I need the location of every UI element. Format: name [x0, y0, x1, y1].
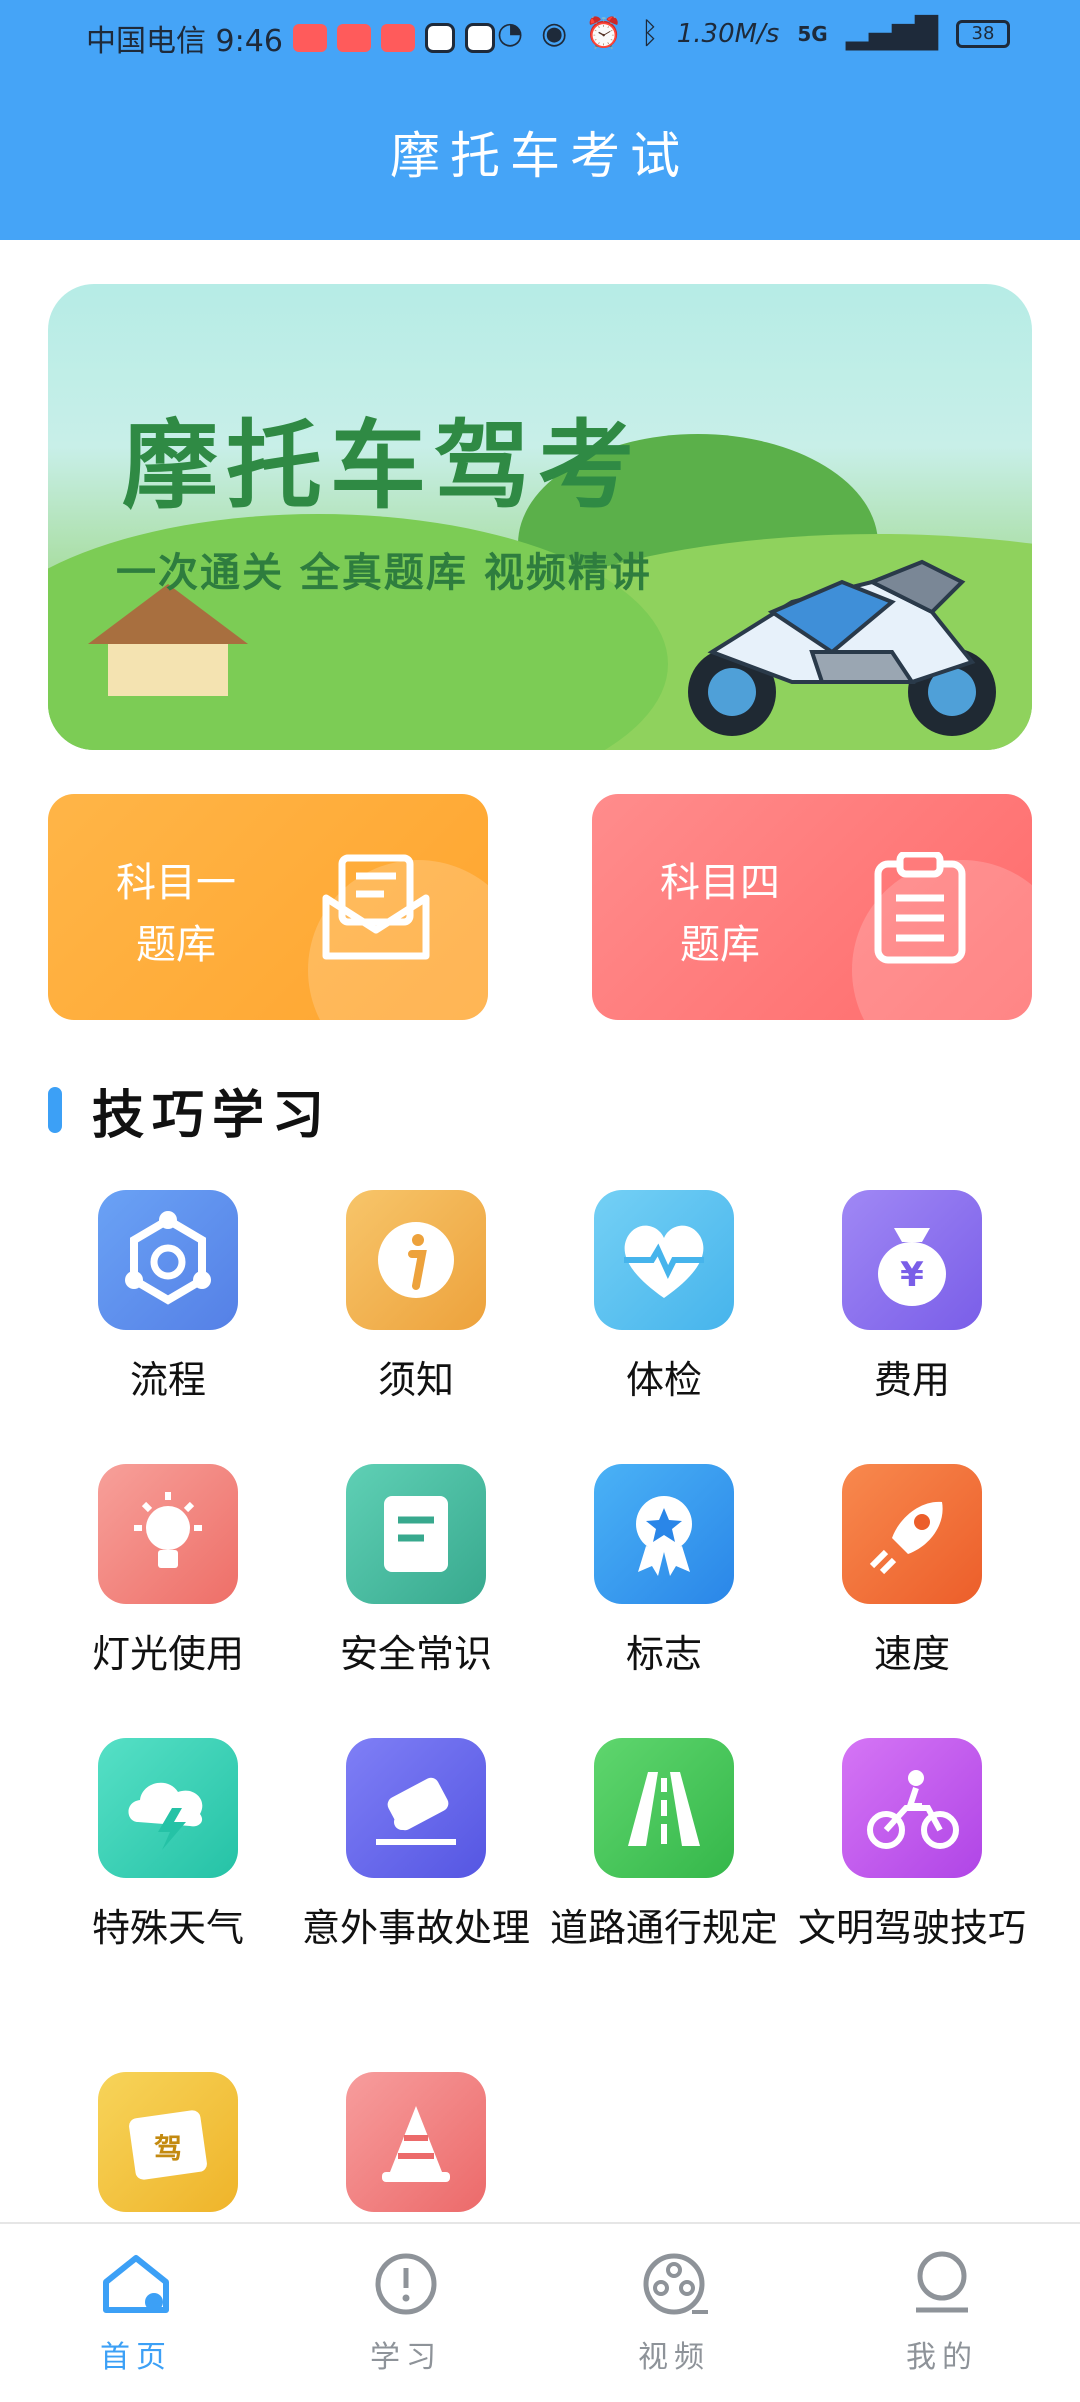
skill-label: 特殊天气 [91, 1906, 244, 1950]
skill-item-safety[interactable]: 安全常识 [292, 1464, 540, 1682]
skill-item-process[interactable]: 流程 [44, 1190, 292, 1408]
skill-item-physical[interactable]: 体检 [540, 1190, 788, 1408]
money-bag-icon: ¥ [842, 1190, 982, 1330]
skill-item-speed[interactable]: 速度 [788, 1464, 1036, 1682]
tab-mine[interactable]: 我的 [862, 2248, 1022, 2376]
banner-title: 摩托车驾考 [122, 410, 642, 522]
skill-label: 安全常识 [339, 1632, 492, 1676]
bottom-tab-bar: 首页 学习 视频 我的 [0, 2222, 1080, 2402]
badge-icon [594, 1464, 734, 1604]
skill-label: 灯光使用 [91, 1632, 244, 1676]
skill-label: 体检 [625, 1358, 702, 1402]
tab-label: 学习 [370, 2340, 442, 2375]
eye-icon: ◉ [541, 16, 568, 51]
bulb-icon [98, 1464, 238, 1604]
skill-label: 费用 [873, 1358, 950, 1402]
motorcycle-illustration [688, 559, 996, 736]
road-icon [594, 1738, 734, 1878]
alert-circle-icon [375, 2253, 437, 2315]
carrier-time: 中国电信 9:46 [86, 24, 283, 59]
svg-text:¥: ¥ [900, 1255, 924, 1295]
film-reel-icon [643, 2253, 708, 2315]
home-icon [103, 2255, 169, 2313]
skill-label: 标志 [625, 1632, 702, 1676]
skill-item-cone[interactable] [292, 2072, 540, 2212]
skill-label: 道路通行规定 [549, 1906, 778, 1950]
skill-item-road-rules[interactable]: 道路通行规定 [540, 1738, 788, 1956]
alarm-icon: ⏰ [585, 16, 623, 51]
skill-label: 文明驾驶技巧 [797, 1906, 1026, 1950]
storm-icon [98, 1738, 238, 1878]
note-icon [346, 1464, 486, 1604]
skill-item-weather[interactable]: 特殊天气 [44, 1738, 292, 1956]
heart-pulse-icon [594, 1190, 734, 1330]
accident-icon [346, 1738, 486, 1878]
envelope-doc-icon [322, 854, 430, 960]
skill-label: 速度 [873, 1632, 950, 1676]
info-icon [346, 1190, 486, 1330]
skill-label: 须知 [377, 1358, 454, 1402]
svg-text:驾: 驾 [154, 2132, 182, 2165]
tab-home[interactable]: 首页 [56, 2248, 216, 2376]
user-icon [916, 2251, 968, 2313]
section-header: 技巧学习 [48, 1080, 332, 1146]
cone-icon [346, 2072, 486, 2212]
bluetooth-icon: ᛒ [640, 16, 659, 51]
tab-label: 视频 [638, 2340, 710, 2375]
house-illustration [88, 584, 248, 696]
section-accent-bar [48, 1087, 62, 1133]
clipboard-icon [874, 852, 966, 964]
notification-icon [380, 24, 415, 52]
skill-item-notice[interactable]: 须知 [292, 1190, 540, 1408]
tab-study[interactable]: 学习 [326, 2248, 486, 2376]
question-bank-cards: 科目一题库 科目四题库 [48, 794, 1032, 1020]
card-label: 科目四题库 [660, 860, 780, 968]
skill-item-lights[interactable]: 灯光使用 [44, 1464, 292, 1682]
signal-bars-icon: ▂▄▆█ [845, 16, 938, 51]
signal-indicator: 5G [797, 21, 828, 46]
status-bar: 中国电信 9:46 ◔ ◉ ⏰ ᛒ 1.30M/s 5G ▂▄▆█ 38 [0, 0, 1080, 72]
motorcycle-icon [842, 1738, 982, 1878]
page-title: 摩托车考试 [390, 127, 690, 185]
notification-icon [292, 24, 327, 52]
section-title: 技巧学习 [92, 1084, 333, 1146]
net-speed: 1.30M/s [676, 18, 780, 49]
skill-item-fees[interactable]: ¥ 费用 [788, 1190, 1036, 1408]
promo-banner[interactable]: 摩托车驾考 一次通关 全真题库 视频精讲 [48, 284, 1032, 750]
skill-label: 流程 [129, 1358, 206, 1402]
tab-video[interactable]: 视频 [594, 2248, 754, 2376]
tab-label: 我的 [906, 2340, 978, 2375]
battery-icon: 38 [956, 19, 1010, 48]
subject-one-card[interactable]: 科目一题库 [48, 794, 488, 1020]
skill-item-civil-driving[interactable]: 文明驾驶技巧 [788, 1738, 1036, 1956]
tab-label: 首页 [100, 2340, 172, 2375]
skill-label: 意外事故处理 [301, 1906, 530, 1950]
process-icon [98, 1190, 238, 1330]
license-icon: 驾 [98, 2072, 238, 2212]
app-header: 中国电信 9:46 ◔ ◉ ⏰ ᛒ 1.30M/s 5G ▂▄▆█ 38 摩托车… [0, 0, 1080, 240]
banner-subtitle: 一次通关 全真题库 视频精讲 [116, 550, 652, 596]
card-label: 科目一题库 [116, 860, 236, 968]
speedometer-icon: ◔ [496, 16, 524, 51]
skill-item-signs[interactable]: 标志 [540, 1464, 788, 1682]
skill-item-license[interactable]: 驾 [44, 2072, 292, 2212]
subject-four-card[interactable]: 科目四题库 [592, 794, 1032, 1020]
skill-item-accident[interactable]: 意外事故处理 [292, 1738, 540, 1956]
rocket-icon [842, 1464, 982, 1604]
notification-icon [464, 23, 495, 53]
notification-icon [424, 23, 455, 53]
notification-icon [336, 24, 371, 52]
